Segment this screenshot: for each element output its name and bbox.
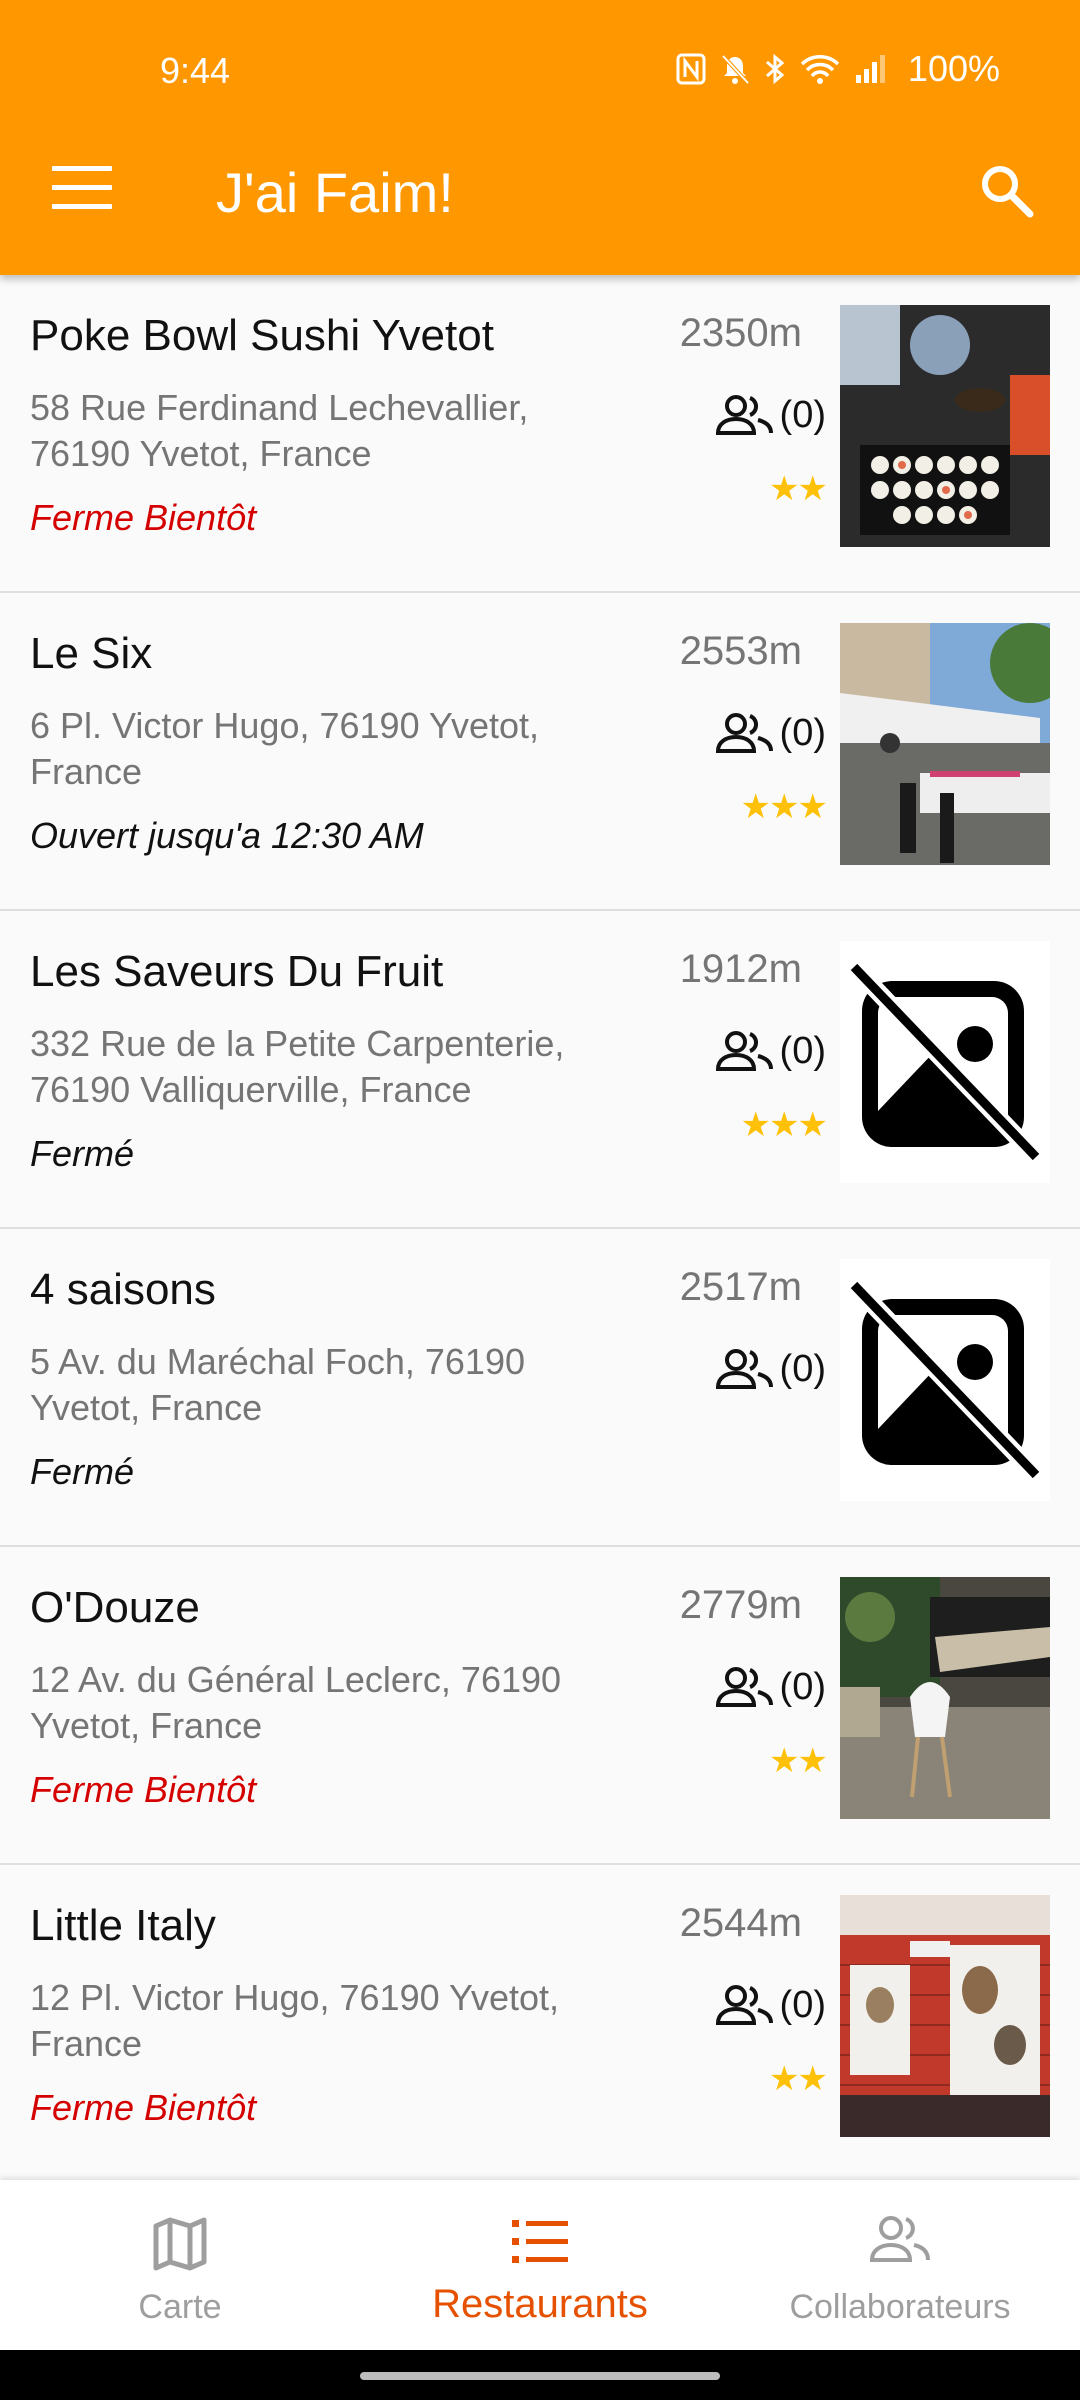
workmates-count: (0) [714, 1983, 826, 2027]
gesture-navigation-bar [0, 2350, 1080, 2400]
restaurant-address: 58 Rue Ferdinand Lechevallier, 76190 Yve… [30, 387, 529, 474]
people-icon [715, 713, 773, 753]
restaurant-photo [840, 305, 1050, 547]
workmates-count: (0) [714, 1029, 826, 1073]
wifi-icon [800, 55, 840, 84]
opening-status: Ferme Bientôt [30, 1769, 257, 1810]
restaurant-name: Poke Bowl Sushi Yvetot [30, 311, 494, 360]
opening-status: Fermé [30, 1133, 135, 1174]
list-icon [510, 2214, 570, 2275]
restaurant-name: Le Six [30, 629, 153, 678]
people-icon [715, 395, 773, 435]
tab-label: Collaborateurs [789, 2288, 1011, 2326]
rating-stars: ★★ [769, 2060, 828, 2098]
opening-status: Fermé [30, 1451, 135, 1492]
people-icon [715, 1667, 773, 1707]
people-icon [715, 1031, 773, 1071]
bluetooth-icon [765, 53, 785, 85]
restaurant-distance: 2544m [679, 1901, 802, 1945]
restaurant-distance: 2779m [679, 1583, 802, 1627]
restaurant-distance: 1912m [679, 947, 802, 991]
workmates-count: (0) [714, 711, 826, 755]
restaurant-distance: 2350m [679, 311, 802, 355]
restaurant-row[interactable]: Le Six 6 Pl. Victor Hugo, 76190 Yvetot, … [0, 593, 1080, 911]
workmates-count-label: (0) [779, 711, 826, 754]
workmates-count-label: (0) [779, 1665, 826, 1708]
tab-restaurants[interactable]: Restaurants [360, 2180, 720, 2350]
opening-status: Ferme Bientôt [30, 2087, 257, 2128]
restaurant-address: 6 Pl. Victor Hugo, 76190 Yvetot, France [30, 705, 540, 792]
battery-level: 100% [907, 48, 1000, 89]
signal-icon [855, 55, 885, 83]
search-button[interactable] [976, 160, 1036, 220]
no-image-icon [840, 1259, 1050, 1501]
app-bar: 9:44 100% J'ai Faim! [0, 0, 1080, 275]
tab-label: Restaurants [432, 2282, 648, 2326]
restaurant-row[interactable]: 4 saisons 5 Av. du Maréchal Foch, 76190 … [0, 1229, 1080, 1547]
restaurant-row[interactable]: Poke Bowl Sushi Yvetot 58 Rue Ferdinand … [0, 275, 1080, 593]
workmates-count-label: (0) [779, 1983, 826, 2026]
restaurant-name: Little Italy [30, 1901, 216, 1950]
rating-stars: ★★★ [740, 788, 828, 826]
rating-stars: ★★ [769, 470, 828, 508]
people-icon [715, 1349, 773, 1389]
restaurant-photo [840, 1577, 1050, 1819]
restaurant-distance: 2553m [679, 629, 802, 673]
workmates-count-label: (0) [779, 1029, 826, 1072]
restaurant-name: O'Douze [30, 1583, 200, 1632]
nfc-icon [676, 53, 706, 85]
restaurant-distance: 2517m [679, 1265, 802, 1309]
restaurant-name: 4 saisons [30, 1265, 216, 1314]
status-time: 9:44 [160, 50, 231, 91]
menu-button[interactable] [52, 166, 112, 210]
bottom-navigation: Carte Restaurants Collaborateurs [0, 2180, 1080, 2350]
app-title: J'ai Faim! [216, 161, 454, 224]
map-icon [150, 2214, 210, 2279]
search-icon [982, 166, 1034, 218]
restaurant-list[interactable]: Poke Bowl Sushi Yvetot 58 Rue Ferdinand … [0, 275, 1080, 2180]
no-image-icon [840, 941, 1050, 1183]
rating-stars: ★★★ [740, 1106, 828, 1144]
menu-icon [52, 166, 112, 171]
restaurant-address: 332 Rue de la Petite Carpenterie, 76190 … [30, 1023, 565, 1110]
restaurant-name: Les Saveurs Du Fruit [30, 947, 444, 996]
workmates-count-label: (0) [779, 393, 826, 436]
people-icon [869, 2214, 931, 2269]
rating-stars: ★★ [769, 1742, 828, 1780]
restaurant-address: 12 Av. du Général Leclerc, 76190 Yvetot,… [30, 1659, 562, 1746]
workmates-count-label: (0) [779, 1347, 826, 1390]
status-icons: 100% [676, 48, 1000, 90]
restaurant-row[interactable]: Little Italy 12 Pl. Victor Hugo, 76190 Y… [0, 1865, 1080, 2180]
home-gesture-handle[interactable] [360, 2372, 720, 2380]
restaurant-row[interactable]: O'Douze 12 Av. du Général Leclerc, 76190… [0, 1547, 1080, 1865]
tab-carte[interactable]: Carte [0, 2180, 360, 2350]
people-icon [715, 1985, 773, 2025]
restaurant-address: 12 Pl. Victor Hugo, 76190 Yvetot, France [30, 1977, 560, 2064]
restaurant-photo [840, 623, 1050, 865]
tab-label: Carte [138, 2288, 222, 2326]
bell-off-icon [721, 54, 750, 85]
opening-status: Ferme Bientôt [30, 497, 257, 538]
restaurant-photo [840, 1895, 1050, 2137]
workmates-count: (0) [714, 1347, 826, 1391]
restaurant-row[interactable]: Les Saveurs Du Fruit 332 Rue de la Petit… [0, 911, 1080, 1229]
workmates-count: (0) [714, 1665, 826, 1709]
tab-collaborateurs[interactable]: Collaborateurs [720, 2180, 1080, 2350]
workmates-count: (0) [714, 393, 826, 437]
restaurant-address: 5 Av. du Maréchal Foch, 76190 Yvetot, Fr… [30, 1341, 525, 1428]
opening-status: Ouvert jusqu'a 12:30 AM [30, 815, 424, 856]
